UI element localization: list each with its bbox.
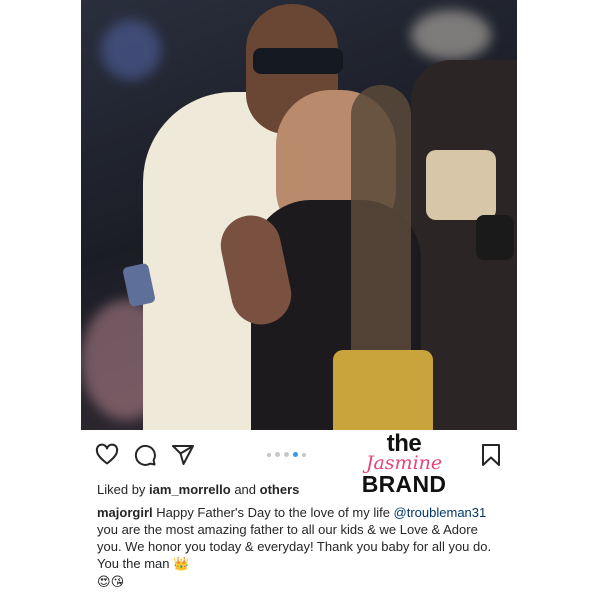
- photo-background-dress: [426, 150, 496, 220]
- comment-icon[interactable]: [133, 443, 157, 467]
- photo-camera: [476, 215, 514, 260]
- caption-text: Happy Father's Day to the love of my lif…: [152, 505, 394, 520]
- kiss-emoji: 😘: [110, 575, 125, 590]
- photo-gold-crown: [333, 350, 433, 430]
- carousel-indicator: [267, 452, 306, 457]
- likes-others-link[interactable]: others: [260, 482, 300, 497]
- share-icon[interactable]: [171, 443, 195, 467]
- caption-username[interactable]: majorgirl: [97, 505, 153, 520]
- brand-watermark: the Jasmine BRAND: [349, 432, 459, 496]
- carousel-dot: [284, 452, 289, 457]
- photo-bokeh: [101, 20, 161, 80]
- post-photo[interactable]: [81, 0, 517, 430]
- likes-middle: and: [230, 482, 260, 497]
- action-bar: [95, 440, 195, 470]
- caption-text: you are the most amazing father to all o…: [97, 522, 492, 571]
- likes-line: Liked by iam_morrello and others: [97, 482, 299, 497]
- heart-eyes-emoji: 😍: [97, 575, 111, 590]
- photo-bokeh: [411, 10, 491, 60]
- likes-prefix: Liked by: [97, 482, 150, 497]
- carousel-dot: [275, 452, 280, 457]
- bookmark-icon[interactable]: [479, 443, 503, 467]
- carousel-dot: [302, 452, 306, 457]
- crown-emoji: 👑: [173, 557, 190, 572]
- carousel-dot: [267, 452, 271, 457]
- carousel-dot-active: [293, 452, 298, 457]
- likes-user-link[interactable]: iam_morrello: [149, 482, 231, 497]
- caption-mention[interactable]: @troubleman31: [394, 505, 487, 520]
- watermark-brand: BRAND: [361, 471, 447, 497]
- photo-sunglasses: [253, 48, 343, 74]
- photo-woman-braids: [351, 85, 411, 395]
- post-caption: majorgirl Happy Father's Day to the love…: [97, 504, 505, 591]
- instagram-post: the Jasmine BRAND Liked by iam_morrello …: [81, 0, 517, 595]
- heart-icon[interactable]: [95, 443, 119, 467]
